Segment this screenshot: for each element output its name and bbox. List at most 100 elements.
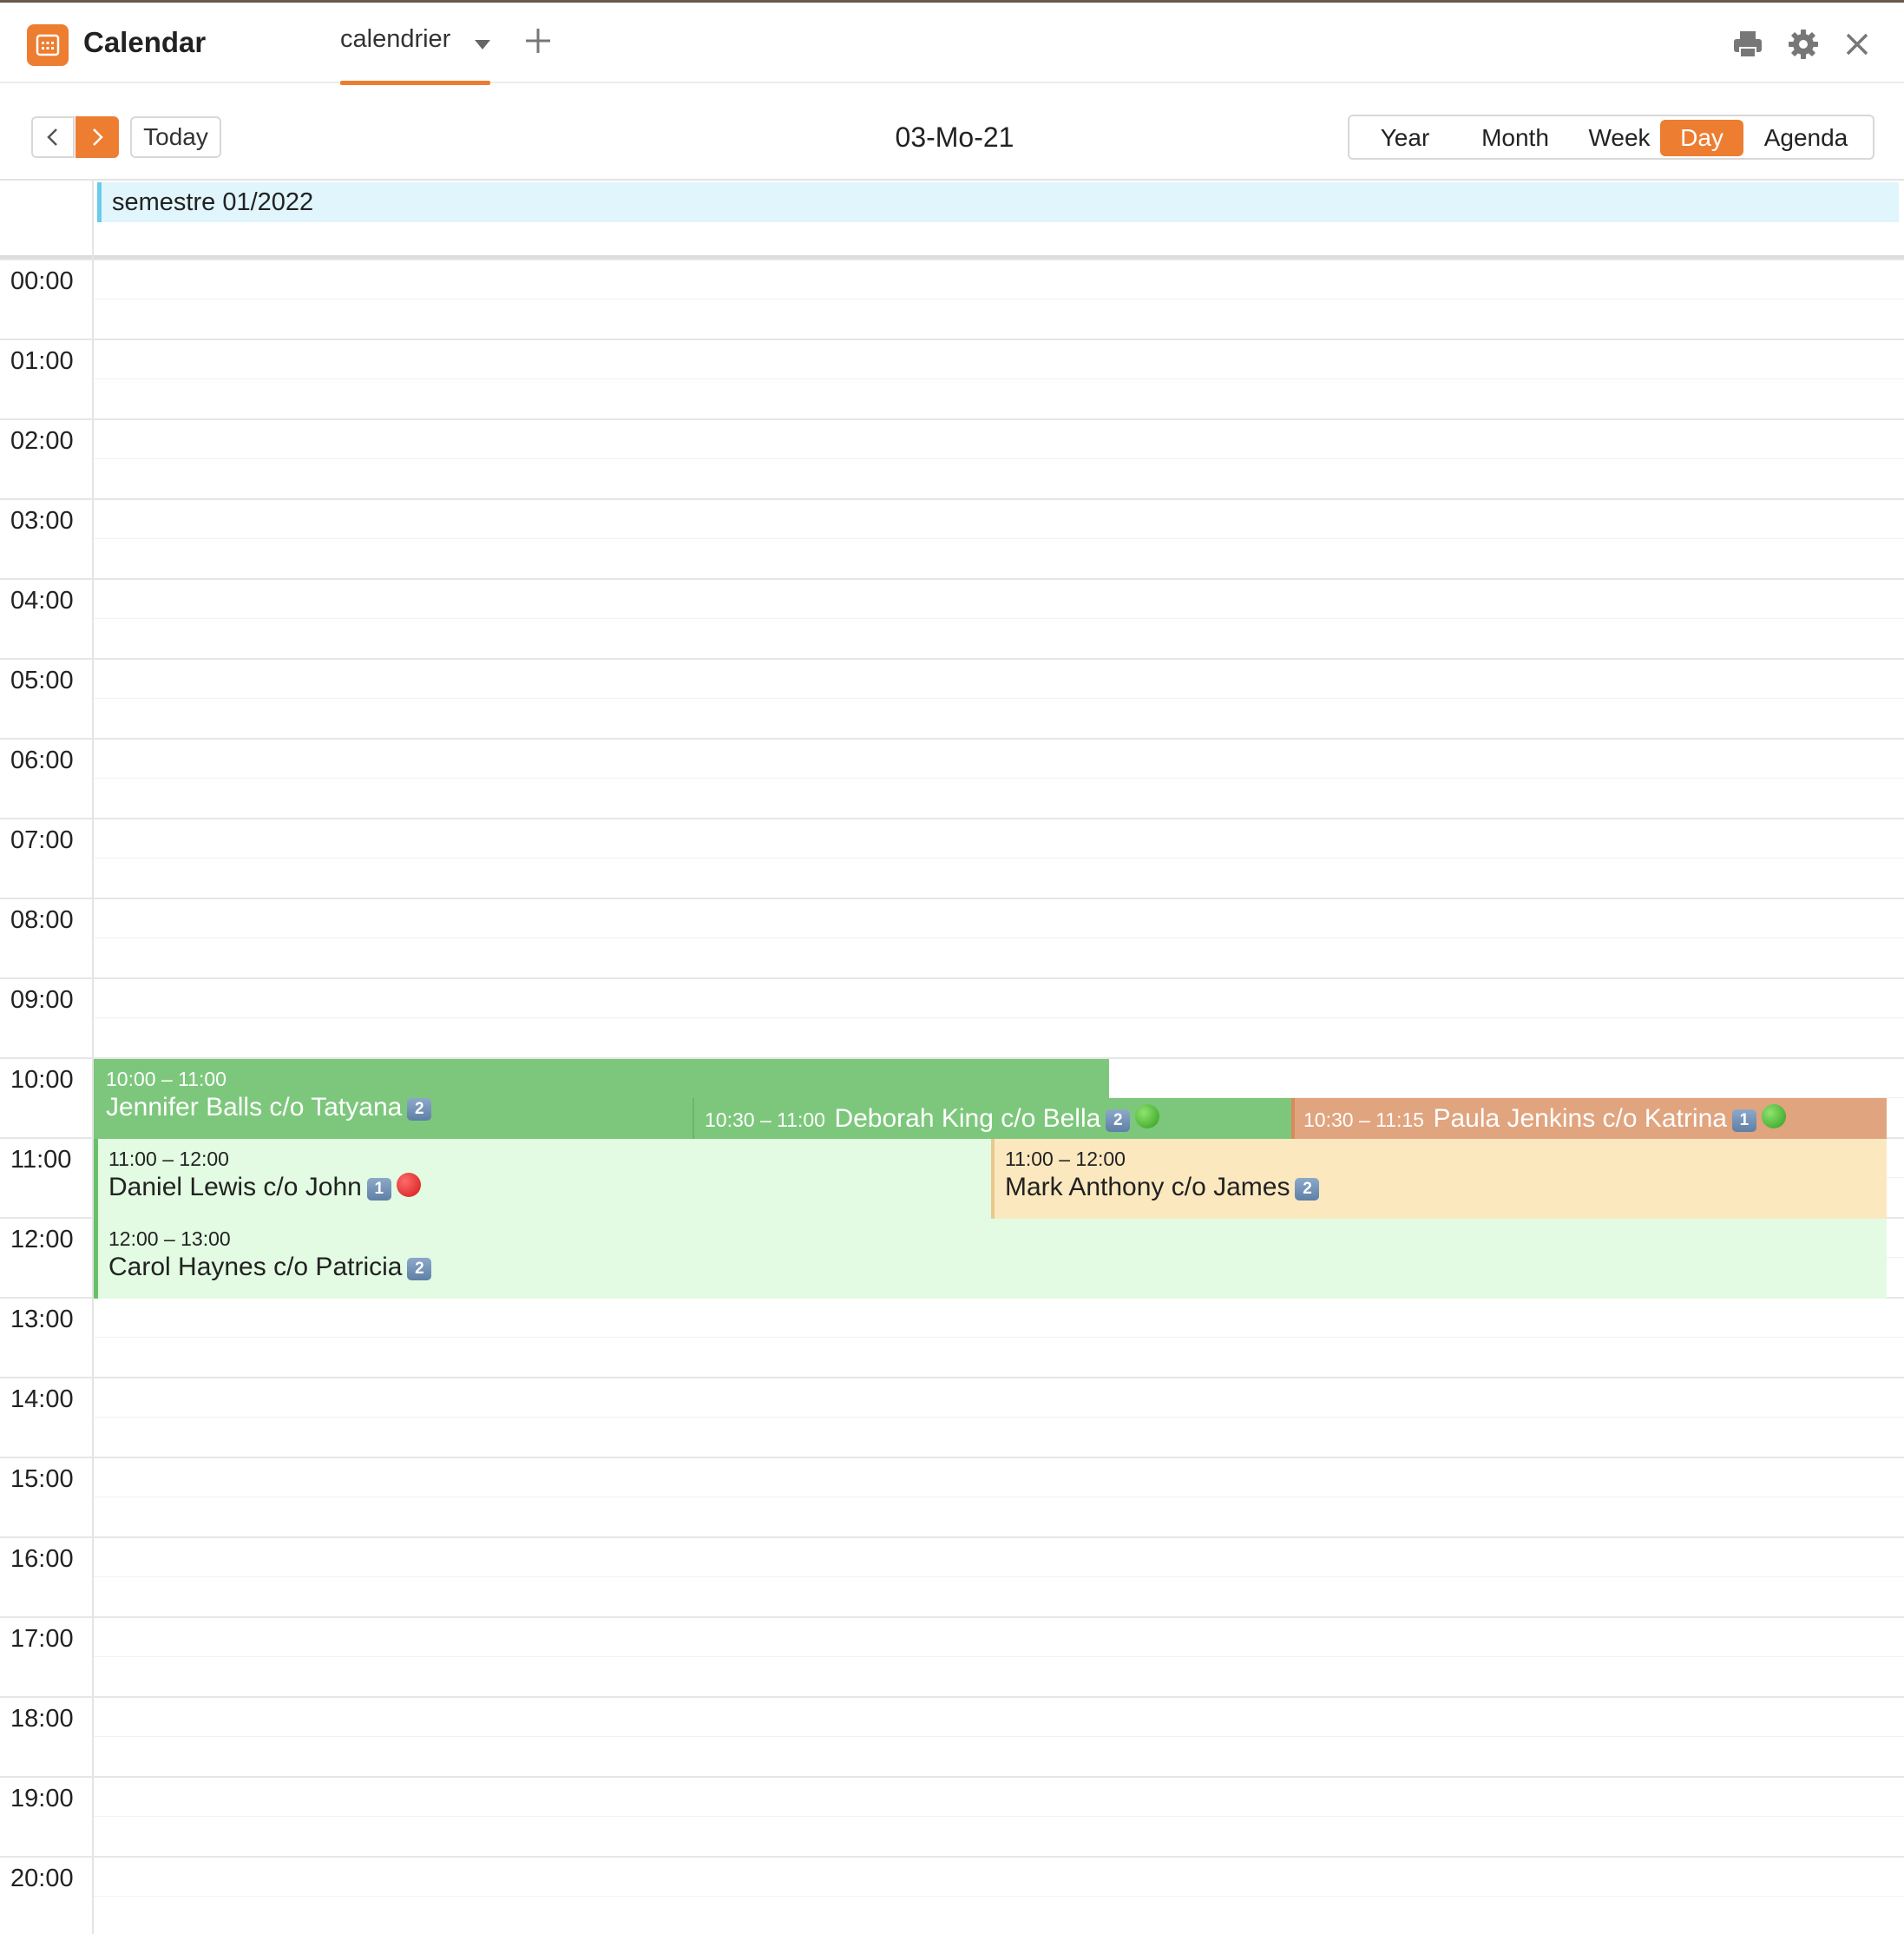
hour-label: 13:00 (10, 1306, 74, 1333)
current-date-title: 03-Mo-21 (895, 122, 1014, 153)
hour-label: 18:00 (10, 1705, 74, 1733)
half-hour-gridline (94, 1337, 1904, 1338)
hour-label: 16:00 (10, 1545, 74, 1573)
all-day-gutter (92, 181, 94, 260)
half-hour-gridline (94, 937, 1904, 938)
hour-label: 01:00 (10, 347, 74, 375)
hour-label: 04:00 (10, 587, 74, 615)
caret-down-icon[interactable] (475, 40, 490, 49)
hour-gridline (0, 498, 1904, 500)
hour-gridline (0, 1616, 1904, 1618)
event-time: 10:30 – 11:15 (1303, 1108, 1424, 1131)
event-title: Carol Haynes c/o Patricia (108, 1253, 403, 1281)
view-day-button[interactable]: Day (1660, 120, 1743, 156)
hour-label: 02:00 (10, 427, 74, 455)
next-day-button[interactable] (76, 116, 119, 158)
top-bar: Calendar calendrier (0, 0, 1904, 85)
half-hour-gridline (94, 778, 1904, 779)
hour-label: 09:00 (10, 986, 74, 1014)
view-week-button[interactable]: Week (1570, 120, 1669, 156)
hour-label: 00:00 (10, 267, 74, 295)
green-status-icon (1761, 1104, 1786, 1128)
event-deborah-king[interactable]: 10:30 – 11:00 Deborah King c/o Bella 2 (693, 1098, 1291, 1139)
half-hour-gridline (94, 618, 1904, 619)
plus-icon (526, 29, 550, 53)
event-time: 12:00 – 13:00 (108, 1227, 231, 1250)
badge-icon: 1 (1731, 1109, 1756, 1132)
chevron-left-icon (47, 128, 57, 146)
hour-gridline (0, 339, 1904, 340)
event-carol-haynes[interactable]: 12:00 – 13:00 Carol Haynes c/o Patricia 2 (94, 1219, 1887, 1299)
hour-gridline (0, 578, 1904, 580)
hour-label: 11:00 (10, 1146, 72, 1174)
chevron-right-icon (93, 128, 103, 146)
badge-icon: 2 (407, 1098, 432, 1121)
view-month-button[interactable]: Month (1459, 120, 1572, 156)
print-button[interactable] (1730, 27, 1765, 62)
hour-label: 07:00 (10, 826, 74, 854)
hour-gridline (0, 1696, 1904, 1698)
hour-label: 15:00 (10, 1465, 74, 1493)
event-title: Mark Anthony c/o James (1005, 1173, 1290, 1201)
calendar-app-icon (27, 24, 69, 66)
hour-gridline (0, 818, 1904, 819)
hour-gridline (0, 658, 1904, 660)
half-hour-gridline (94, 1017, 1904, 1018)
green-status-icon (1135, 1104, 1160, 1128)
event-mark-anthony[interactable]: 11:00 – 12:00 Mark Anthony c/o James 2 (991, 1139, 1887, 1219)
hour-gridline (0, 898, 1904, 899)
tab-calendrier[interactable]: calendrier (340, 25, 450, 54)
hour-gridline (0, 1457, 1904, 1458)
badge-icon: 1 (366, 1178, 391, 1201)
half-hour-gridline (94, 1896, 1904, 1897)
hour-label: 05:00 (10, 667, 74, 694)
hour-gridline (0, 1776, 1904, 1778)
hour-gridline (0, 418, 1904, 420)
hour-gridline (0, 1377, 1904, 1378)
event-paula-jenkins[interactable]: 10:30 – 11:15 Paula Jenkins c/o Katrina 1 (1291, 1098, 1887, 1139)
app-title: Calendar (83, 26, 207, 58)
view-switcher: Year Month Week Day Agenda (1348, 115, 1874, 160)
event-title: Jennifer Balls c/o Tatyana (106, 1093, 403, 1122)
badge-icon: 2 (1295, 1178, 1320, 1201)
gear-icon (1789, 30, 1818, 59)
previous-day-button[interactable] (31, 116, 75, 158)
hour-gridline (0, 1856, 1904, 1858)
today-button[interactable]: Today (130, 116, 221, 158)
hour-label: 08:00 (10, 906, 74, 934)
half-hour-gridline (94, 1816, 1904, 1817)
event-time: 10:00 – 11:00 (106, 1068, 227, 1090)
close-button[interactable] (1840, 27, 1874, 62)
print-icon (1734, 31, 1762, 58)
event-title: Paula Jenkins c/o Katrina (1433, 1104, 1727, 1133)
event-title: Daniel Lewis c/o John (108, 1173, 362, 1201)
badge-icon: 2 (407, 1258, 432, 1280)
hour-gridline (0, 977, 1904, 979)
hour-label: 10:00 (10, 1066, 74, 1094)
close-icon (1846, 33, 1868, 56)
view-agenda-button[interactable]: Agenda (1749, 120, 1863, 156)
navigation-toolbar: Today 03-Mo-21 Year Month Week Day Agend… (0, 83, 1904, 179)
hour-label: 14:00 (10, 1385, 74, 1413)
all-day-row: semestre 01/2022 (0, 179, 1904, 260)
event-daniel-lewis[interactable]: 11:00 – 12:00 Daniel Lewis c/o John 1 (94, 1139, 991, 1219)
event-title: Deborah King c/o Bella (834, 1104, 1101, 1133)
event-time: 10:30 – 11:00 (705, 1108, 825, 1131)
settings-button[interactable] (1786, 27, 1821, 62)
badge-icon: 2 (1106, 1109, 1131, 1132)
view-year-button[interactable]: Year (1362, 120, 1448, 156)
time-grid[interactable]: 00:00 01:00 02:00 03:00 04:00 05:00 06:00 07:00… (0, 259, 1904, 1934)
all-day-event[interactable]: semestre 01/2022 (97, 182, 1899, 222)
half-hour-gridline (94, 1656, 1904, 1657)
half-hour-gridline (94, 538, 1904, 539)
hour-label: 12:00 (10, 1226, 74, 1253)
hour-label: 17:00 (10, 1625, 74, 1653)
hour-label: 20:00 (10, 1865, 74, 1892)
add-tab-button[interactable] (522, 25, 554, 56)
hour-gridline (0, 738, 1904, 740)
half-hour-gridline (94, 1576, 1904, 1577)
red-status-icon (396, 1173, 421, 1197)
event-time: 11:00 – 12:00 (108, 1148, 229, 1170)
hour-label: 06:00 (10, 747, 74, 774)
half-hour-gridline (94, 1417, 1904, 1418)
